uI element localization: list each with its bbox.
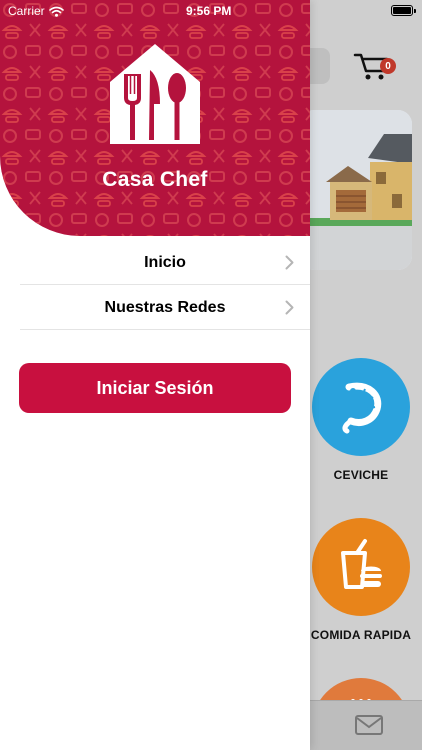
category-label: CEVICHE xyxy=(333,468,389,482)
home-banner-image[interactable] xyxy=(300,110,412,270)
chevron-right-icon xyxy=(285,255,294,270)
menu-item-inicio[interactable]: Inicio xyxy=(20,241,310,285)
menu-item-label: Nuestras Redes xyxy=(104,298,226,316)
wifi-icon xyxy=(48,6,64,17)
brand-name: Casa Chef xyxy=(102,168,208,191)
login-button[interactable]: Iniciar Sesión xyxy=(19,363,291,413)
chevron-right-icon xyxy=(285,300,294,315)
category-comida-rapida[interactable]: COMIDA RAPIDA xyxy=(300,518,422,642)
carrier-label: Carrier xyxy=(8,4,45,18)
menu-item-label: Inicio xyxy=(144,253,186,271)
category-label: COMIDA RAPIDA xyxy=(310,628,412,642)
menu-item-nuestras-redes[interactable]: Nuestras Redes xyxy=(20,286,310,330)
mail-icon[interactable] xyxy=(355,715,383,735)
cart-count-badge: 0 xyxy=(380,58,396,74)
drawer-header: Casa Chef xyxy=(0,0,310,236)
status-time: 9:56 PM xyxy=(186,4,232,18)
shrimp-icon xyxy=(312,358,410,456)
casa-chef-logo xyxy=(110,44,200,144)
status-bar: Carrier 9:56 PM xyxy=(0,0,422,22)
status-carrier: Carrier xyxy=(8,4,64,18)
category-ceviche[interactable]: CEVICHE xyxy=(300,358,422,482)
side-drawer: Casa Chef Inicio Nuestras Redes Iniciar … xyxy=(0,0,310,750)
battery-icon xyxy=(391,5,416,16)
fast-food-icon xyxy=(312,518,410,616)
